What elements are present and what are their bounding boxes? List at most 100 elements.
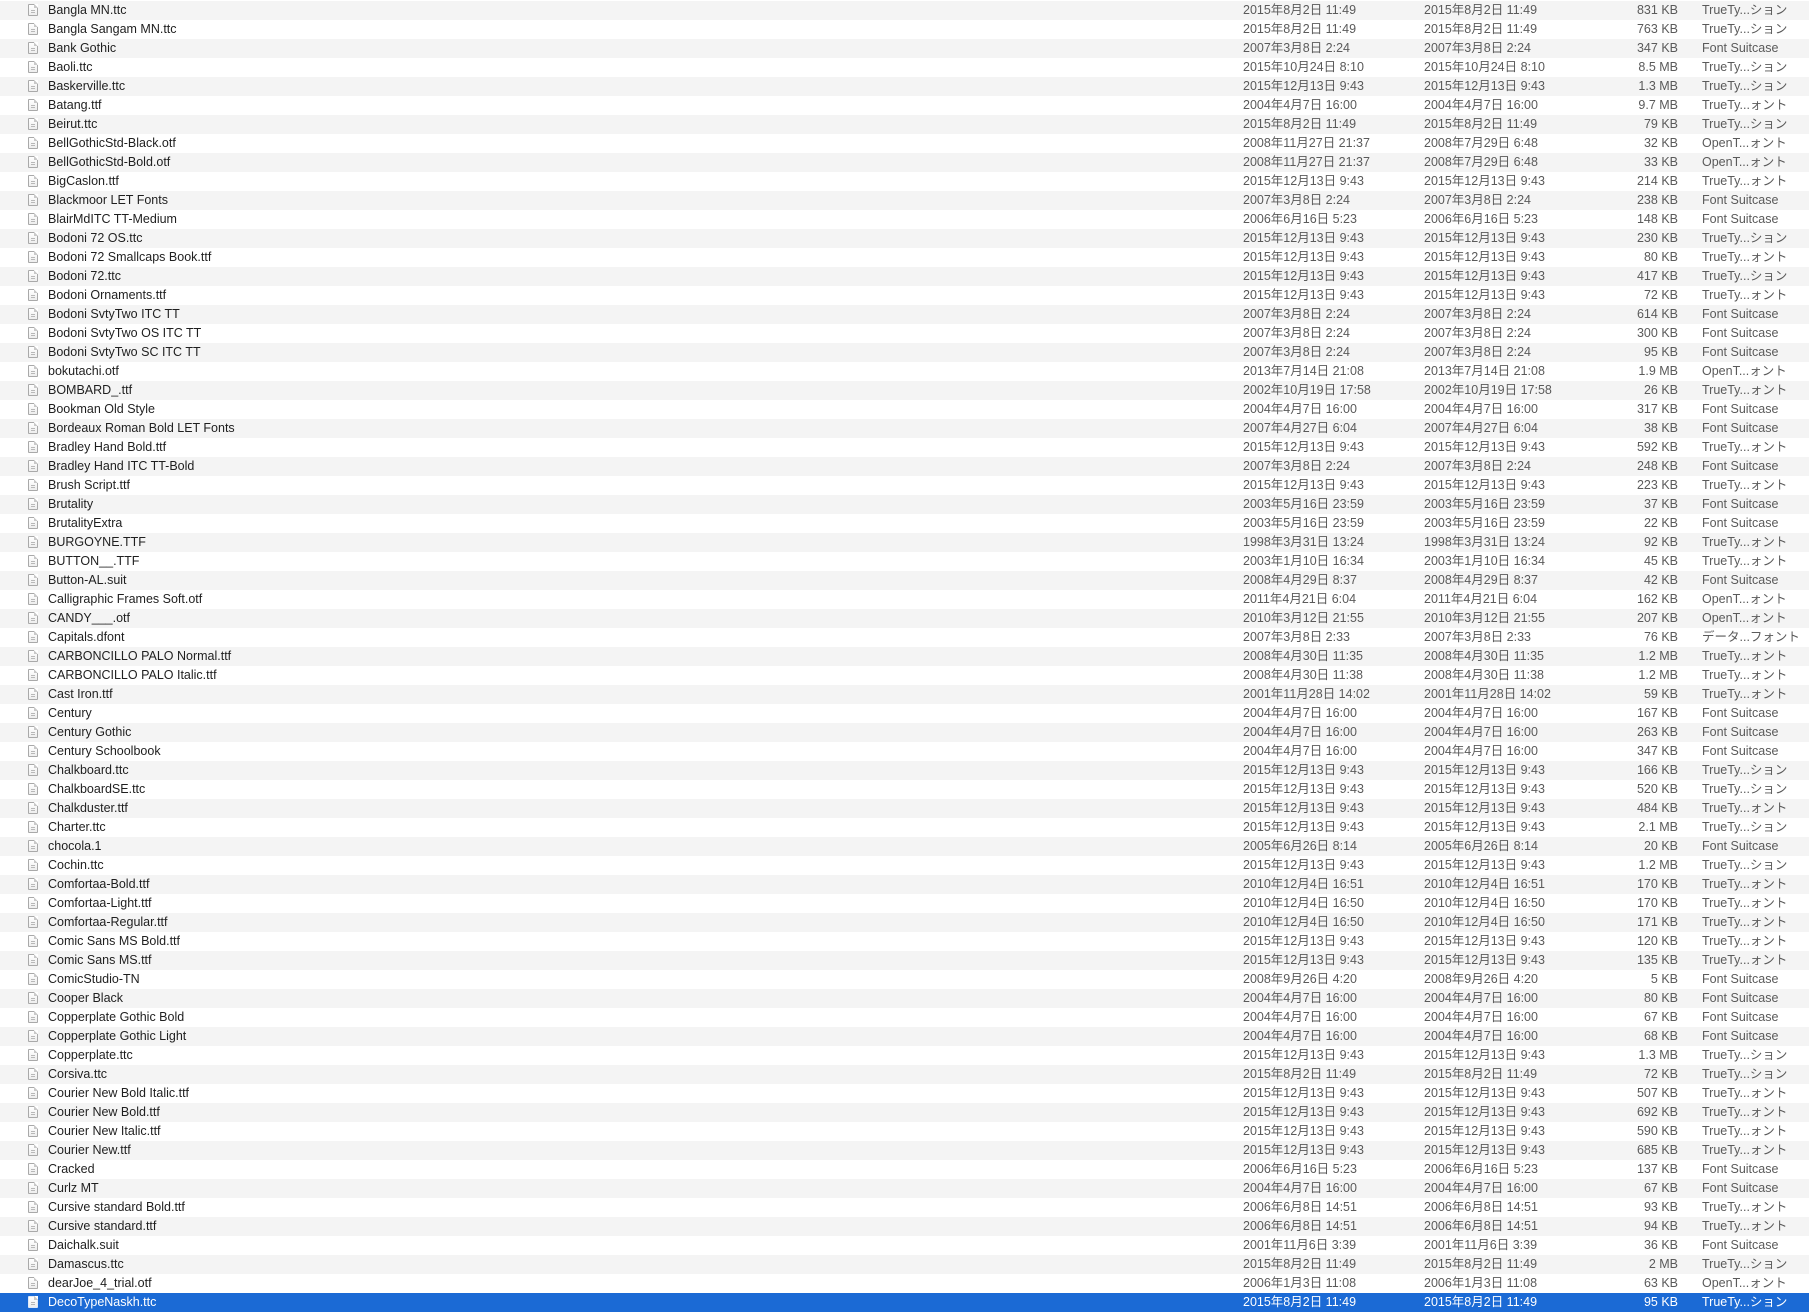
- file-name: Cooper Black: [48, 990, 124, 1005]
- file-kind: Font Suitcase: [1702, 306, 1779, 321]
- file-row[interactable]: Corsiva.ttc 2015年8月2日 11:49 2015年8月2日 11:4…: [0, 1064, 1809, 1084]
- file-icon-cell: [28, 1160, 40, 1179]
- file-row[interactable]: Chalkboard.ttc 2015年12月13日 9:43 2015年12月13…: [0, 760, 1809, 780]
- file-row[interactable]: CANDY___.otf 2010年3月12日 21:55 2010年3月12日 2…: [0, 608, 1809, 628]
- file-row[interactable]: BlairMdITC TT-Medium 2006年6月16日 5:23 2006年…: [0, 209, 1809, 229]
- file-row[interactable]: Bradley Hand Bold.ttf 2015年12月13日 9:43 201…: [0, 437, 1809, 457]
- file-row[interactable]: Century Gothic 2004年4月7日 16:00 2004年4月7日 1…: [0, 722, 1809, 742]
- file-size: 95 KB: [1643, 344, 1678, 359]
- file-row[interactable]: Copperplate.ttc 2015年12月13日 9:43 2015年12月1…: [0, 1045, 1809, 1065]
- file-created: 2002年10月19日 17:58: [1243, 382, 1371, 397]
- file-row[interactable]: Bangla MN.ttc 2015年8月2日 11:49 2015年8月2日 11…: [0, 0, 1809, 20]
- file-kind: TrueTy...ォント: [1702, 933, 1788, 948]
- file-created: 2007年3月8日 2:24: [1243, 40, 1351, 55]
- file-row[interactable]: Cursive standard Bold.ttf 2006年6月8日 14:51…: [0, 1197, 1809, 1217]
- file-row[interactable]: Courier New Bold.ttf 2015年12月13日 9:43 2015…: [0, 1102, 1809, 1122]
- file-row[interactable]: ChalkboardSE.ttc 2015年12月13日 9:43 2015年12月…: [0, 779, 1809, 799]
- file-size: 214 KB: [1636, 173, 1678, 188]
- document-icon: [28, 22, 38, 35]
- file-row[interactable]: dearJoe_4_trial.otf 2006年1月3日 11:08 2006年1…: [0, 1273, 1809, 1293]
- document-icon: [28, 782, 38, 795]
- file-name: Bodoni SvtyTwo ITC TT: [48, 306, 180, 321]
- file-row[interactable]: Damascus.ttc 2015年8月2日 11:49 2015年8月2日 11:…: [0, 1254, 1809, 1274]
- file-row[interactable]: chocola.1 2005年6月26日 8:14 2005年6月26日 8:14 2…: [0, 836, 1809, 856]
- file-row[interactable]: Bodoni SvtyTwo ITC TT 2007年3月8日 2:24 2007年…: [0, 304, 1809, 324]
- file-row[interactable]: Cursive standard.ttf 2006年6月8日 14:51 2006年…: [0, 1216, 1809, 1236]
- file-row[interactable]: BURGOYNE.TTF 1998年3月31日 13:24 1998年3月31日 1…: [0, 532, 1809, 552]
- file-row[interactable]: Chalkduster.ttf 2015年12月13日 9:43 2015年12月1…: [0, 798, 1809, 818]
- file-name: Comic Sans MS Bold.ttf: [48, 933, 180, 948]
- file-kind: TrueTy...ション: [1702, 762, 1788, 777]
- file-created: 2008年4月30日 11:35: [1243, 648, 1363, 663]
- file-row[interactable]: bokutachi.otf 2013年7月14日 21:08 2013年7月14日 …: [0, 361, 1809, 381]
- file-row[interactable]: Baoli.ttc 2015年10月24日 8:10 2015年10月24日 8:1…: [0, 57, 1809, 77]
- file-modified: 2015年12月13日 9:43: [1424, 952, 1545, 967]
- file-size: 692 KB: [1636, 1104, 1678, 1119]
- file-row[interactable]: Bank Gothic 2007年3月8日 2:24 2007年3月8日 2:24 3…: [0, 38, 1809, 58]
- file-kind: TrueTy...ォント: [1702, 287, 1788, 302]
- file-icon-cell: [28, 1084, 40, 1103]
- file-row[interactable]: BrutalityExtra 2003年5月16日 23:59 2003年5月16日…: [0, 513, 1809, 533]
- file-row[interactable]: BigCaslon.ttf 2015年12月13日 9:43 2015年12月13日…: [0, 171, 1809, 191]
- file-row[interactable]: CARBONCILLO PALO Normal.ttf 2008年4月30日 11…: [0, 646, 1809, 666]
- file-row[interactable]: Bordeaux Roman Bold LET Fonts 2007年4月27日 …: [0, 418, 1809, 438]
- file-created: 2007年4月27日 6:04: [1243, 420, 1357, 435]
- file-row[interactable]: Courier New.ttf 2015年12月13日 9:43 2015年12月1…: [0, 1140, 1809, 1160]
- file-created: 2004年4月7日 16:00: [1243, 705, 1357, 720]
- file-row[interactable]: Century Schoolbook 2004年4月7日 16:00 2004年4月…: [0, 741, 1809, 761]
- file-row[interactable]: Bodoni 72 OS.ttc 2015年12月13日 9:43 2015年12月…: [0, 228, 1809, 248]
- file-row[interactable]: Century 2004年4月7日 16:00 2004年4月7日 16:00 167…: [0, 703, 1809, 723]
- file-row[interactable]: Cast Iron.ttf 2001年11月28日 14:02 2001年11月28…: [0, 684, 1809, 704]
- file-row[interactable]: Copperplate Gothic Bold 2004年4月7日 16:00 20…: [0, 1007, 1809, 1027]
- file-kind: OpenT...ォント: [1702, 610, 1787, 625]
- file-row[interactable]: Copperplate Gothic Light 2004年4月7日 16:00 2…: [0, 1026, 1809, 1046]
- file-row[interactable]: BUTTON__.TTF 2003年1月10日 16:34 2003年1月10日 1…: [0, 551, 1809, 571]
- file-row[interactable]: Comfortaa-Light.ttf 2010年12月4日 16:50 2010年…: [0, 893, 1809, 913]
- file-row[interactable]: Courier New Bold Italic.ttf 2015年12月13日 9…: [0, 1083, 1809, 1103]
- file-row[interactable]: Beirut.ttc 2015年8月2日 11:49 2015年8月2日 11:49…: [0, 114, 1809, 134]
- file-modified: 2015年12月13日 9:43: [1424, 1085, 1545, 1100]
- file-row[interactable]: Cooper Black 2004年4月7日 16:00 2004年4月7日 16:…: [0, 988, 1809, 1008]
- file-row[interactable]: Calligraphic Frames Soft.otf 2011年4月21日 6…: [0, 589, 1809, 609]
- file-list[interactable]: Bangla MN.ttc 2015年8月2日 11:49 2015年8月2日 11…: [0, 0, 1809, 1314]
- file-row[interactable]: BellGothicStd-Black.otf 2008年11月27日 21:37…: [0, 133, 1809, 153]
- file-row[interactable]: Brutality 2003年5月16日 23:59 2003年5月16日 23:5…: [0, 494, 1809, 514]
- file-row[interactable]: Comic Sans MS Bold.ttf 2015年12月13日 9:43 20…: [0, 931, 1809, 951]
- file-row[interactable]: BellGothicStd-Bold.otf 2008年11月27日 21:37 2…: [0, 152, 1809, 172]
- file-row[interactable]: Bradley Hand ITC TT-Bold 2007年3月8日 2:24 20…: [0, 456, 1809, 476]
- file-row[interactable]: Comfortaa-Regular.ttf 2010年12月4日 16:50 201…: [0, 912, 1809, 932]
- file-size: 36 KB: [1643, 1237, 1678, 1252]
- file-name: CANDY___.otf: [48, 610, 130, 625]
- file-created: 2005年6月26日 8:14: [1243, 838, 1357, 853]
- file-row[interactable]: Baskerville.ttc 2015年12月13日 9:43 2015年12月1…: [0, 76, 1809, 96]
- file-row[interactable]: Button-AL.suit 2008年4月29日 8:37 2008年4月29日 …: [0, 570, 1809, 590]
- file-row[interactable]: Bodoni SvtyTwo OS ITC TT 2007年3月8日 2:24 20…: [0, 323, 1809, 343]
- file-row[interactable]: Cracked 2006年6月16日 5:23 2006年6月16日 5:23 137…: [0, 1159, 1809, 1179]
- file-row[interactable]: Curlz MT 2004年4月7日 16:00 2004年4月7日 16:00 67…: [0, 1178, 1809, 1198]
- file-row[interactable]: Brush Script.ttf 2015年12月13日 9:43 2015年12月…: [0, 475, 1809, 495]
- file-row[interactable]: Bangla Sangam MN.ttc 2015年8月2日 11:49 2015年…: [0, 19, 1809, 39]
- file-row[interactable]: Comic Sans MS.ttf 2015年12月13日 9:43 2015年12…: [0, 950, 1809, 970]
- file-icon-cell: [28, 210, 40, 229]
- file-row[interactable]: ComicStudio-TN 2008年9月26日 4:20 2008年9月26日 …: [0, 969, 1809, 989]
- file-row[interactable]: CARBONCILLO PALO Italic.ttf 2008年4月30日 11…: [0, 665, 1809, 685]
- file-row[interactable]: Cochin.ttc 2015年12月13日 9:43 2015年12月13日 9:…: [0, 855, 1809, 875]
- file-row[interactable]: Bodoni 72.ttc 2015年12月13日 9:43 2015年12月13日…: [0, 266, 1809, 286]
- file-row[interactable]: Bodoni 72 Smallcaps Book.ttf 2015年12月13日 …: [0, 247, 1809, 267]
- file-row[interactable]: Capitals.dfont 2007年3月8日 2:33 2007年3月8日 2:…: [0, 627, 1809, 647]
- file-row[interactable]: BOMBARD_.ttf 2002年10月19日 17:58 2002年10月19日…: [0, 380, 1809, 400]
- file-row[interactable]: Comfortaa-Bold.ttf 2010年12月4日 16:51 2010年1…: [0, 874, 1809, 894]
- file-row[interactable]: Blackmoor LET Fonts 2007年3月8日 2:24 2007年3月…: [0, 190, 1809, 210]
- file-row[interactable]: Courier New Italic.ttf 2015年12月13日 9:43 20…: [0, 1121, 1809, 1141]
- file-row[interactable]: Daichalk.suit 2001年11月6日 3:39 2001年11月6日 3…: [0, 1235, 1809, 1255]
- file-name: ChalkboardSE.ttc: [48, 781, 146, 796]
- file-created: 2015年12月13日 9:43: [1243, 173, 1364, 188]
- file-kind: TrueTy...ォント: [1702, 952, 1788, 967]
- file-row-selected[interactable]: DecoTypeNaskh.ttc 2015年8月2日 11:49 2015年8月2…: [0, 1292, 1809, 1312]
- file-row[interactable]: Bodoni SvtyTwo SC ITC TT 2007年3月8日 2:24 20…: [0, 342, 1809, 362]
- file-kind: TrueTy...ション: [1702, 1047, 1788, 1062]
- file-row[interactable]: Bookman Old Style 2004年4月7日 16:00 2004年4月7…: [0, 399, 1809, 419]
- file-row[interactable]: Charter.ttc 2015年12月13日 9:43 2015年12月13日 9…: [0, 817, 1809, 837]
- file-row[interactable]: Bodoni Ornaments.ttf 2015年12月13日 9:43 2015…: [0, 285, 1809, 305]
- file-row[interactable]: Batang.ttf 2004年4月7日 16:00 2004年4月7日 16:00…: [0, 95, 1809, 115]
